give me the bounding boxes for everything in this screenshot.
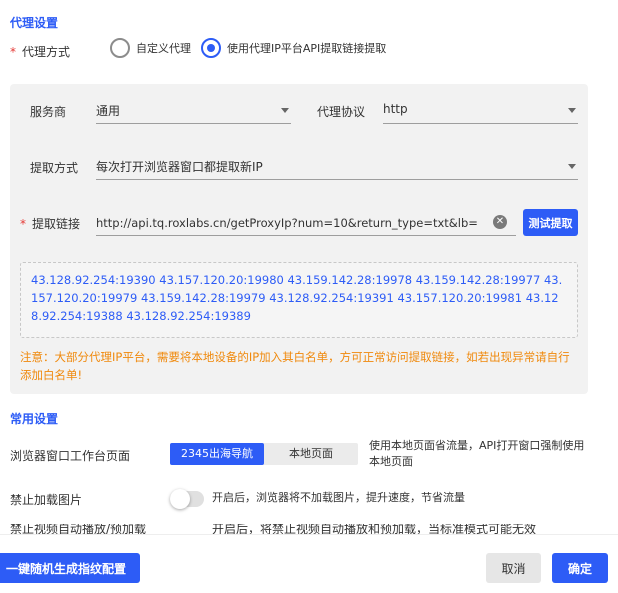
test-extract-button[interactable]: 测试提取	[523, 209, 578, 236]
protocol-value: http	[383, 102, 408, 116]
proxy-api-panel: 服务商 通用 代理协议 http 提取方式 每次打开浏览器窗口都提取新IP * 提…	[10, 84, 588, 394]
whitelist-warning: 注意：大部分代理IP平台，需要将本地设备的IP加入其白名单，方可正常访问提取链接…	[20, 350, 570, 382]
required-mark: *	[10, 45, 16, 59]
disable-video-note: 开启后，将禁止视频自动播放和预加载，当标准模式可能无效	[212, 524, 537, 534]
radio-checked-icon	[201, 38, 221, 58]
generate-fingerprint-button[interactable]: 一键随机生成指纹配置	[0, 553, 140, 583]
required-mark: *	[20, 217, 26, 231]
radio-custom-proxy-label: 自定义代理	[136, 42, 191, 55]
toggle-knob	[170, 489, 190, 509]
radio-api-extract[interactable]: 使用代理IP平台API提取链接提取	[201, 38, 386, 58]
confirm-button[interactable]: 确定	[552, 553, 608, 583]
extract-link-text: 提取链接	[32, 217, 81, 231]
extracted-ip-list: 43.128.92.254:19390 43.157.120.20:19980 …	[20, 262, 578, 338]
proxy-section-title: 代理设置	[10, 16, 59, 30]
clear-icon[interactable]: ✕	[493, 215, 507, 229]
extract-method-value: 每次打开浏览器窗口都提取新IP	[96, 160, 263, 174]
workbench-option-2345[interactable]: 2345出海导航	[170, 443, 264, 465]
proxy-method-label: * 代理方式	[10, 43, 70, 60]
workbench-label: 浏览器窗口工作台页面	[10, 449, 131, 463]
cancel-button[interactable]: 取消	[486, 553, 541, 583]
extract-link-label: * 提取链接	[20, 215, 80, 232]
workbench-option-local[interactable]: 本地页面	[264, 443, 358, 465]
disable-images-toggle[interactable]	[170, 489, 204, 509]
radio-api-extract-label: 使用代理IP平台API提取链接提取	[227, 42, 387, 55]
protocol-label: 代理协议	[317, 105, 366, 119]
radio-unchecked-icon	[110, 38, 130, 58]
disable-images-note: 开启后，浏览器将不加载图片，提升速度，节省流量	[212, 491, 465, 504]
provider-select[interactable]: 通用	[96, 98, 291, 124]
protocol-select[interactable]: http	[383, 98, 578, 124]
workbench-segmented-control: 2345出海导航 本地页面	[170, 443, 358, 465]
extract-method-select[interactable]: 每次打开浏览器窗口都提取新IP	[96, 154, 578, 180]
caret-down-icon	[281, 108, 289, 113]
common-section-title: 常用设置	[10, 412, 59, 426]
disable-images-label: 禁止加载图片	[10, 493, 83, 507]
extract-method-label: 提取方式	[30, 161, 79, 175]
workbench-note: 使用本地页面省流量，API打开窗口强制使用本地页面	[369, 439, 585, 468]
provider-value: 通用	[96, 104, 121, 118]
provider-label: 服务商	[30, 105, 67, 119]
dialog-footer: 一键随机生成指纹配置 取消 确定	[0, 534, 618, 593]
cutoff-settings-row: 禁止视频自动播放/预加载 开启后，将禁止视频自动播放和预加载，当标准模式可能无效	[0, 524, 618, 534]
proxy-method-text: 代理方式	[22, 45, 71, 59]
caret-down-icon	[568, 108, 576, 113]
proxy-method-radio-group: 自定义代理 使用代理IP平台API提取链接提取	[110, 38, 396, 58]
radio-custom-proxy[interactable]: 自定义代理	[110, 38, 191, 58]
extract-link-input[interactable]	[96, 210, 516, 236]
disable-video-label: 禁止视频自动播放/预加载	[10, 524, 147, 534]
caret-down-icon	[568, 164, 576, 169]
